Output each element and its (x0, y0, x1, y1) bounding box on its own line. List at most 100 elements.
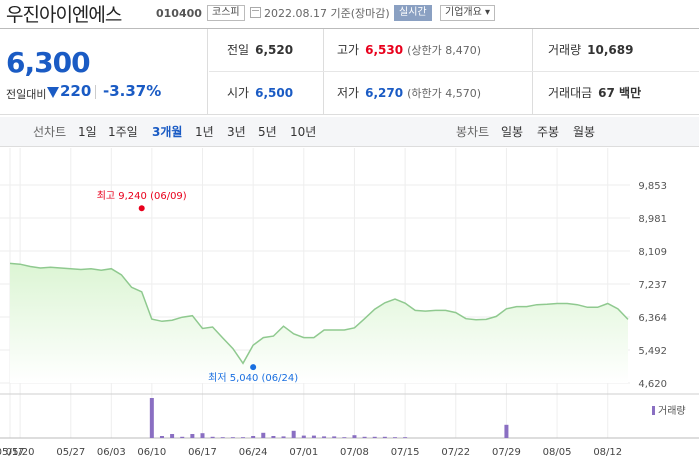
volume-bar (180, 436, 185, 438)
stock-code: 010400 (156, 7, 202, 20)
diff-value: 220 (60, 82, 92, 100)
tab-1d[interactable]: 1일 (78, 117, 97, 147)
tab-weekly[interactable]: 주봉 (537, 117, 559, 147)
y-tick-label: 5,492 (638, 346, 667, 357)
x-tick-label: 07/22 (441, 447, 470, 458)
diff-label: 전일대비 (6, 88, 47, 101)
stat-volume: 거래량 10,689 (548, 29, 633, 72)
x-tick-label: 08/05 (543, 447, 572, 458)
y-tick-label: 8,981 (638, 214, 667, 225)
y-tick-label: 6,364 (638, 313, 667, 324)
y-tick-label: 8,109 (638, 247, 667, 258)
volume-bar (382, 436, 387, 438)
tab-1y[interactable]: 1년 (195, 117, 214, 147)
volume-bar (271, 436, 276, 438)
tab-monthly[interactable]: 월봉 (573, 117, 595, 147)
current-price-box: 6,300 전일대비 220 -3.37% (0, 29, 208, 115)
volume-bar (281, 436, 286, 438)
price-summary: 6,300 전일대비 220 -3.37% 전일 6,520 고가 6,530 (상한… (0, 28, 699, 115)
stat-value: 67 백만 (598, 86, 642, 100)
base-date: 2022.08.17 기준(장마감) (264, 7, 390, 20)
volume-bar (362, 436, 367, 438)
volume-bar (403, 437, 408, 438)
stats-row: 전일 6,520 고가 6,530 (상한가 8,470) 거래량 10,689 (209, 29, 699, 72)
volume-bar (230, 437, 235, 438)
volume-bar (352, 435, 357, 438)
down-arrow-icon (47, 87, 59, 98)
stat-label: 저가 (337, 86, 360, 100)
y-tick-label: 4,620 (638, 379, 667, 390)
realtime-button[interactable]: 실시간 (394, 5, 432, 21)
volume-bar (170, 434, 175, 438)
y-tick-label: 7,237 (638, 280, 667, 291)
x-tick-label: 06/17 (188, 447, 217, 458)
stat-open: 시가 6,500 (227, 72, 293, 115)
stat-high: 고가 6,530 (상한가 8,470) (337, 29, 481, 72)
stat-value: 6,530 (365, 43, 404, 57)
stock-name: 우진아이엔에스 (6, 4, 122, 26)
max-label: 최고 9,240 (06/09) (97, 190, 187, 202)
volume-bar (159, 436, 164, 438)
tab-daily[interactable]: 일봉 (501, 117, 523, 147)
x-tick-label: 06/24 (239, 447, 268, 458)
volume-bar (241, 437, 246, 438)
price-chart-svg: 9,8538,9818,1097,2376,3645,4924,62005/17… (0, 148, 699, 458)
stat-low: 저가 6,270 (하한가 4,570) (337, 72, 481, 115)
market-badge: 코스피 (207, 5, 245, 21)
volume-bar (332, 436, 337, 438)
volume-bar (220, 437, 225, 438)
stat-sub: (상한가 8,470) (407, 44, 481, 57)
stat-label: 시가 (227, 86, 250, 100)
x-tick-label: 05/27 (56, 447, 85, 458)
calendar-icon (250, 7, 261, 18)
tab-3m[interactable]: 3개월 (152, 117, 182, 147)
stat-label: 전일 (227, 43, 250, 57)
volume-bar (311, 435, 316, 438)
diff-rate: -3.37% (103, 82, 162, 100)
volume-legend: 거래량 (652, 402, 686, 417)
stat-value: 6,500 (255, 86, 294, 100)
volume-bar (372, 436, 377, 438)
max-marker (138, 205, 145, 212)
x-tick-label: 06/10 (137, 447, 166, 458)
x-tick-label: 07/29 (492, 447, 521, 458)
min-marker (250, 364, 257, 371)
tab-1w[interactable]: 1주일 (108, 117, 138, 147)
stat-label: 거래량 (548, 43, 582, 57)
volume-bar (322, 436, 327, 438)
volume-bar (301, 435, 306, 438)
volume-bar (190, 434, 195, 438)
tab-10y[interactable]: 10년 (290, 117, 316, 147)
x-tick-label: 05/20 (6, 447, 35, 458)
x-tick-label: 08/12 (593, 447, 622, 458)
y-tick-label: 9,853 (638, 181, 667, 192)
stat-value: 6,520 (255, 43, 294, 57)
tab-3y[interactable]: 3년 (227, 117, 246, 147)
x-tick-label: 07/01 (289, 447, 318, 458)
volume-bar (149, 398, 154, 438)
volume-bar (342, 437, 347, 438)
current-price: 6,300 (6, 46, 91, 79)
chart-tabs: 선차트 1일 1주일 3개월 1년 3년 5년 10년 봉차트 일봉 주봉 월봉 (0, 117, 699, 147)
company-overview-dropdown[interactable]: 기업개요 ▾ (440, 5, 495, 21)
line-chart-label: 선차트 (33, 125, 67, 139)
x-tick-label: 07/15 (391, 447, 420, 458)
volume-bar (251, 436, 256, 438)
stats-row: 시가 6,500 저가 6,270 (하한가 4,570) 거래대금 67 백만 (209, 72, 699, 115)
volume-bar (210, 436, 215, 438)
stat-amount: 거래대금 67 백만 (548, 72, 641, 115)
volume-bar (200, 433, 205, 438)
volume-legend-label: 거래량 (658, 406, 686, 417)
volume-bar (504, 424, 509, 438)
stat-label: 거래대금 (548, 86, 593, 100)
price-area (10, 263, 628, 383)
volume-bar (291, 430, 296, 438)
stat-sub: (하한가 4,570) (407, 87, 481, 100)
stat-value: 10,689 (587, 43, 634, 57)
volume-bar (392, 437, 397, 438)
volume-bar (261, 432, 266, 438)
x-tick-label: 06/03 (97, 447, 126, 458)
stat-label: 고가 (337, 43, 360, 57)
tab-5y[interactable]: 5년 (258, 117, 277, 147)
divider (95, 85, 96, 99)
